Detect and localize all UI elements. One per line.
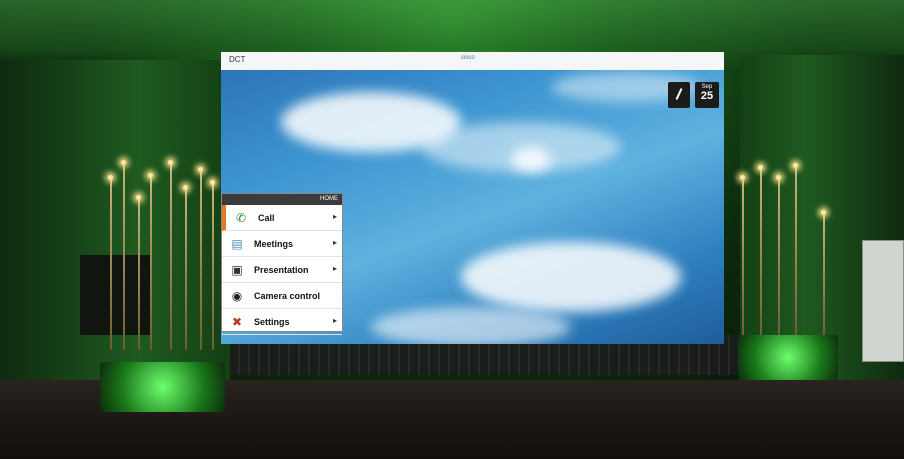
menu-item-label: Meetings [254, 238, 294, 249]
menu-item-call[interactable]: ✆ Call ▸ [222, 205, 342, 231]
chevron-right-icon: ▸ [332, 264, 337, 273]
brand-logo: cisco [461, 55, 475, 61]
phone-icon: ✆ [235, 210, 247, 225]
clock-widget [668, 82, 690, 108]
menu-item-label: Presentation [254, 264, 309, 275]
date-widget: Sep 25 [695, 82, 719, 108]
camera-icon: ◉ [231, 288, 243, 303]
led-display: DCT cisco Sep 25 HOME ✆ Call ▸ ▤ Meeting… [221, 52, 724, 344]
device-name-label: DCT [229, 55, 246, 64]
left-wall [0, 60, 230, 390]
date-day: 25 [700, 90, 714, 102]
menu-item-settings[interactable]: ✖ Settings ▸ [222, 309, 342, 335]
laptop-icon: ▣ [231, 262, 243, 277]
left-planter [100, 362, 225, 412]
home-menu: HOME ✆ Call ▸ ▤ Meetings ▸ ▣ Presentatio… [221, 193, 343, 335]
right-planter [738, 335, 838, 380]
menu-item-label: Call [258, 212, 275, 223]
stage-photo: DCT cisco Sep 25 HOME ✆ Call ▸ ▤ Meeting… [0, 0, 904, 459]
menu-item-label: Settings [254, 316, 290, 327]
chevron-right-icon: ▸ [332, 316, 337, 325]
menu-item-meetings[interactable]: ▤ Meetings ▸ [222, 231, 342, 257]
tools-icon: ✖ [231, 314, 243, 329]
menu-title: HOME [222, 194, 342, 205]
calendar-icon: ▤ [231, 236, 243, 251]
chevron-right-icon: ▸ [332, 212, 337, 221]
menu-item-presentation[interactable]: ▣ Presentation ▸ [222, 257, 342, 283]
air-conditioner-unit [862, 240, 904, 362]
screen-top-bar: DCT cisco [221, 52, 724, 70]
menu-item-camera-control[interactable]: ◉ Camera control [222, 283, 342, 309]
chevron-right-icon: ▸ [332, 238, 337, 247]
menu-item-label: Camera control [254, 290, 321, 301]
